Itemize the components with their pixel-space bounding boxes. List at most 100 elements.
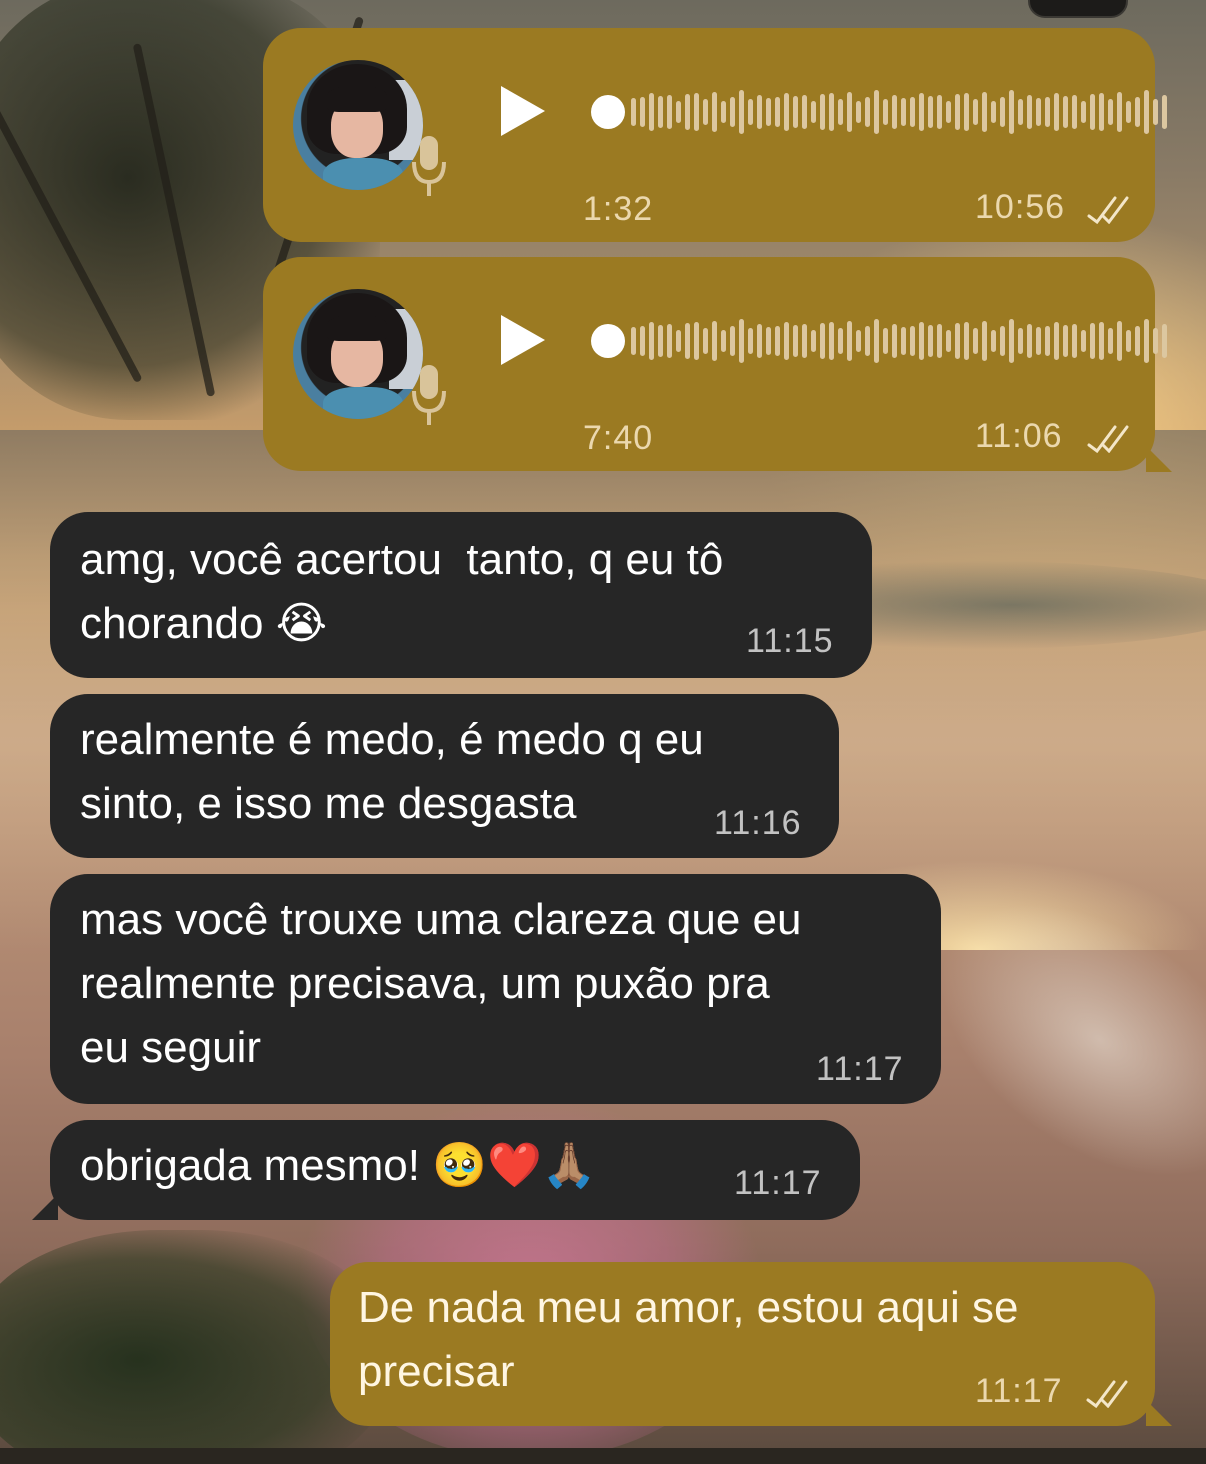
waveform-bar — [676, 101, 681, 123]
waveform-bar — [1027, 324, 1032, 358]
waveform-bar — [802, 95, 807, 129]
message-bubble[interactable]: realmente é medo, é medo q eu sinto, e i… — [50, 694, 839, 858]
waveform-bar — [766, 98, 771, 126]
playback-scrubber[interactable] — [591, 324, 625, 358]
message-time: 11:17 — [975, 1372, 1063, 1410]
message-time: 11:17 — [734, 1164, 822, 1202]
message-bubble[interactable]: mas você trouxe uma clareza que eu realm… — [50, 874, 941, 1104]
message-text: mas você trouxe uma clareza que eu realm… — [80, 895, 802, 1072]
play-icon[interactable] — [501, 86, 545, 136]
waveform-bar — [919, 322, 924, 360]
waveform-bar — [721, 330, 726, 352]
microphone-icon — [412, 136, 446, 196]
waveform-bar — [694, 322, 699, 360]
waveform-bar — [802, 324, 807, 358]
waveform-bar — [730, 97, 735, 127]
waveform-bar — [1108, 99, 1113, 125]
waveform-bar — [1000, 326, 1005, 356]
waveform-bar — [1081, 330, 1086, 352]
waveform-bar — [955, 94, 960, 130]
waveform-bar — [775, 326, 780, 356]
waveform-bar — [892, 324, 897, 358]
waveform-bar — [1153, 328, 1158, 354]
waveform-bar — [1162, 95, 1167, 129]
message-bubble[interactable]: obrigada mesmo! 🥹❤️🙏🏽 11:17 — [50, 1120, 860, 1220]
waveform-bar — [1045, 326, 1050, 356]
voice-duration: 1:32 — [583, 190, 654, 228]
waveform-bar — [838, 99, 843, 125]
message-text: realmente é medo, é medo q eu sinto, e i… — [80, 715, 704, 828]
message-bubble[interactable]: amg, você acertou tanto, q eu tô chorand… — [50, 512, 872, 678]
waveform-bar — [991, 330, 996, 352]
playback-scrubber[interactable] — [591, 95, 625, 129]
waveform-bar — [649, 322, 654, 360]
waveform-bar — [973, 99, 978, 125]
voice-duration: 7:40 — [583, 419, 654, 457]
waveform-bar — [1036, 327, 1041, 355]
voice-message[interactable]: 7:40 11:06 — [263, 257, 1167, 471]
waveform-bar — [730, 326, 735, 356]
waveform-bar — [829, 322, 834, 360]
voice-waveform[interactable] — [631, 319, 1167, 363]
scroll-to-top-button[interactable] — [1028, 0, 1128, 18]
waveform-bar — [1090, 323, 1095, 359]
waveform-bar — [820, 323, 825, 359]
waveform-bar — [982, 321, 987, 361]
waveform-bar — [784, 322, 789, 360]
waveform-bar — [1072, 324, 1077, 358]
waveform-bar — [856, 330, 861, 352]
waveform-bar — [784, 93, 789, 131]
waveform-bar — [955, 323, 960, 359]
waveform-bar — [820, 94, 825, 130]
waveform-bar — [847, 321, 852, 361]
waveform-bar — [1117, 321, 1122, 361]
message-time: 11:15 — [746, 622, 834, 660]
waveform-bar — [712, 92, 717, 132]
message-text: amg, você acertou tanto, q eu tô chorand… — [80, 535, 724, 648]
waveform-bar — [1099, 93, 1104, 131]
waveform-bar — [874, 319, 879, 363]
waveform-bar — [865, 326, 870, 356]
waveform-bar — [937, 324, 942, 358]
waveform-bar — [973, 328, 978, 354]
waveform-bar — [1000, 97, 1005, 127]
waveform-bar — [703, 328, 708, 354]
waveform-bar — [1135, 326, 1140, 356]
double-check-icon — [1087, 196, 1129, 224]
sender-avatar — [293, 289, 423, 419]
waveform-bar — [883, 99, 888, 125]
waveform-bar — [847, 92, 852, 132]
waveform-bar — [640, 326, 645, 356]
waveform-bar — [1063, 325, 1068, 357]
sender-avatar — [293, 60, 423, 190]
message-text: obrigada mesmo! 🥹❤️🙏🏽 — [80, 1141, 597, 1190]
waveform-bar — [1126, 330, 1131, 352]
waveform-bar — [748, 99, 753, 125]
waveform-bar — [1135, 97, 1140, 127]
voice-message[interactable]: 1:32 10:56 — [263, 28, 1167, 242]
waveform-bar — [1153, 99, 1158, 125]
waveform-bar — [1018, 328, 1023, 354]
double-check-icon — [1087, 425, 1129, 453]
waveform-bar — [928, 325, 933, 357]
waveform-bar — [1126, 101, 1131, 123]
message-time: 10:56 — [975, 188, 1066, 226]
waveform-bar — [901, 98, 906, 126]
waveform-bar — [703, 99, 708, 125]
waveform-bar — [757, 324, 762, 358]
waveform-bar — [1054, 93, 1059, 131]
waveform-bar — [1063, 96, 1068, 128]
waveform-bar — [892, 95, 897, 129]
voice-waveform[interactable] — [631, 90, 1167, 134]
message-time: 11:06 — [975, 417, 1063, 455]
waveform-bar — [1108, 328, 1113, 354]
waveform-bar — [631, 327, 636, 355]
waveform-bar — [739, 90, 744, 134]
waveform-bar — [658, 96, 663, 128]
waveform-bar — [874, 90, 879, 134]
play-icon[interactable] — [501, 315, 545, 365]
message-bubble[interactable]: De nada meu amor, estou aqui se precisar… — [330, 1262, 1155, 1426]
message-time: 11:16 — [714, 804, 802, 842]
waveform-bar — [829, 93, 834, 131]
waveform-bar — [937, 95, 942, 129]
